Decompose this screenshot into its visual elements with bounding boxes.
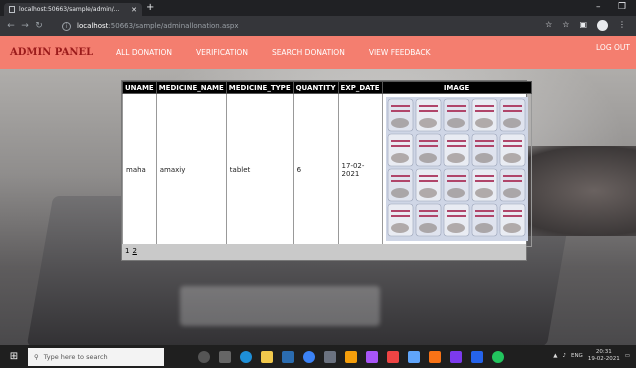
app-icon[interactable] [429, 350, 441, 363]
cell-quantity: 6 [292, 93, 339, 247]
clock-date: 19-02-2021 [587, 356, 620, 362]
medicine-photo [385, 97, 528, 241]
col-uname: UNAME [122, 81, 157, 94]
minimize-button[interactable]: – [596, 2, 601, 12]
app-icon[interactable] [471, 350, 483, 363]
app-icon[interactable] [303, 350, 315, 363]
col-medicine-name: MEDICINE_NAME [155, 81, 227, 94]
col-medicine-type: MEDICINE_TYPE [225, 81, 294, 94]
restore-button[interactable]: ❐ [618, 2, 626, 12]
col-exp-date: EXP_DATE [337, 81, 383, 94]
nav-view-feedback[interactable]: VIEW FEEDBACK [369, 48, 431, 57]
task-view-icon[interactable] [219, 350, 231, 363]
taskbar: ⊞ ⚲ Type here to search ▲ ♪ ENG 20:31 19… [0, 345, 636, 368]
taskbar-search[interactable]: ⚲ Type here to search [28, 347, 164, 366]
col-quantity: QUANTITY [292, 81, 339, 94]
search-icon: ⚲ [34, 352, 39, 361]
nav-search-donation[interactable]: SEARCH DONATION [272, 48, 345, 57]
pager: 12 [122, 244, 526, 260]
pager-current: 1 [125, 247, 130, 255]
page-icon [9, 6, 15, 13]
browser-tabstrip: localhost:50663/sample/admin/... ✕ + – ❐ [0, 0, 636, 16]
donation-grid: UNAME MEDICINE_NAME MEDICINE_TYPE QUANTI… [121, 80, 532, 261]
taskbar-search-placeholder: Type here to search [43, 352, 108, 361]
address-bar: ← → ↻ i localhost:50663/sample/adminallo… [0, 16, 636, 36]
close-tab-icon[interactable]: ✕ [131, 6, 137, 14]
visual-studio-icon[interactable] [450, 350, 462, 363]
app-icon[interactable] [324, 350, 336, 363]
store-icon[interactable] [282, 350, 294, 363]
bookmarks-icon[interactable]: ☆ [562, 20, 569, 31]
profile-avatar[interactable] [597, 20, 608, 31]
file-explorer-icon[interactable] [261, 350, 273, 363]
url-host: localhost [77, 22, 109, 30]
browser-tab[interactable]: localhost:50663/sample/admin/... ✕ [4, 3, 142, 16]
cell-image [381, 93, 532, 247]
col-image: IMAGE [381, 81, 532, 94]
url-path: :50663/sample/adminallonation.aspx [108, 22, 239, 30]
app-icon[interactable] [387, 350, 399, 363]
pager-link-2[interactable]: 2 [132, 247, 136, 255]
forward-icon[interactable]: → [18, 21, 32, 31]
background-keyboard [180, 286, 380, 326]
table-header-row: UNAME MEDICINE_NAME MEDICINE_TYPE QUANTI… [122, 81, 532, 94]
reload-icon[interactable]: ↻ [32, 21, 46, 31]
brand-logo: ADMIN PANEL [10, 47, 94, 58]
cell-exp-date: 17-02-2021 [337, 93, 383, 247]
logout-link[interactable]: LOG OUT [596, 43, 630, 52]
app-icon[interactable] [408, 350, 420, 363]
top-navigation: ADMIN PANEL ALL DONATION VERIFICATION SE… [0, 36, 636, 69]
tab-title: localhost:50663/sample/admin/... [19, 6, 120, 13]
language-indicator[interactable]: ENG [571, 353, 583, 359]
extensions-icon[interactable]: ▣ [579, 20, 587, 31]
page-content: ADMIN PANEL ALL DONATION VERIFICATION SE… [0, 36, 636, 345]
volume-icon[interactable]: ♪ [562, 353, 566, 359]
donation-table: UNAME MEDICINE_NAME MEDICINE_TYPE QUANTI… [122, 81, 532, 247]
clock[interactable]: 20:31 19-02-2021 [588, 349, 620, 363]
app-icon[interactable] [366, 350, 378, 363]
app-icon[interactable] [345, 350, 357, 363]
info-icon[interactable]: i [62, 21, 71, 31]
system-tray: ▲ ♪ ENG 20:31 19-02-2021 ▭ [553, 349, 630, 363]
network-icon[interactable]: ▲ [553, 353, 557, 359]
new-tab-button[interactable]: + [146, 2, 154, 13]
chrome-icon[interactable] [492, 350, 504, 363]
cell-medicine-type: tablet [225, 93, 294, 247]
notifications-icon[interactable]: ▭ [625, 353, 630, 359]
back-icon[interactable]: ← [4, 21, 18, 31]
star-icon[interactable]: ☆ [545, 20, 552, 31]
edge-icon[interactable] [240, 350, 252, 363]
nav-all-donation[interactable]: ALL DONATION [116, 48, 172, 57]
table-row: maha amaxiy tablet 6 17-02-2021 [122, 93, 532, 247]
cell-medicine-name: amaxiy [155, 93, 227, 247]
cortana-icon[interactable] [198, 350, 210, 363]
windows-start-icon[interactable]: ⊞ [4, 351, 24, 362]
menu-icon[interactable]: ⋮ [618, 20, 626, 31]
cell-uname: maha [122, 93, 157, 247]
clock-time: 20:31 [595, 349, 612, 355]
url-input[interactable]: i localhost:50663/sample/adminallonation… [62, 19, 542, 33]
nav-verification[interactable]: VERIFICATION [196, 48, 248, 57]
